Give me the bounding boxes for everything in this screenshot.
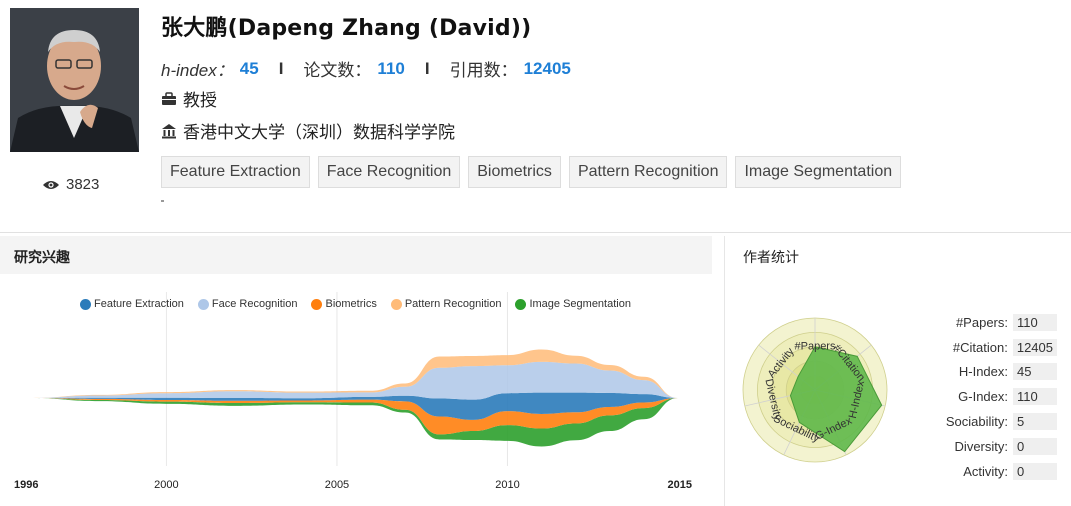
institution-icon: [162, 123, 176, 138]
h-index-label: h-index：: [161, 61, 234, 80]
eye-icon: [43, 180, 59, 189]
paper-count-label: 论文数：: [303, 61, 372, 80]
legend-swatch: [197, 298, 209, 310]
h-index-value: 45: [239, 58, 259, 78]
author-name: 张大鹏(Dapeng Zhang (David)): [161, 16, 532, 41]
citation-count-value: 12405: [523, 58, 571, 78]
stats-separator: I: [424, 58, 430, 78]
avatar[interactable]: [10, 8, 139, 152]
x-tick-label: 2005: [325, 479, 349, 491]
legend-item[interactable]: Pattern Recognition: [390, 298, 502, 310]
metric-sociability: Sociability: 5: [946, 409, 1057, 434]
x-tick-label: 1996: [14, 479, 38, 491]
author-metrics-list: #Papers: 110 #Citation: 12405 H-Index: 45 G…: [946, 310, 1057, 484]
x-tick-label: 2010: [495, 479, 519, 491]
legend-label: Pattern Recognition: [404, 298, 502, 310]
legend-label: Image Segmentation: [529, 298, 631, 310]
metric-diversity: Diversity: 0: [946, 434, 1057, 459]
metric-h-index: H-Index: 45: [946, 360, 1057, 385]
section-divider: [0, 232, 1071, 233]
author-institution: 香港中文大学（深圳）数据科学学院: [161, 118, 455, 143]
view-count: 3823: [42, 176, 99, 193]
research-interest-streamgraph: 1996 2000 2005 2010 2015: [14, 292, 692, 491]
tag-feature-extraction[interactable]: Feature Extraction: [161, 156, 310, 188]
streamgraph-legend: Feature Extraction Face Recognition Biom…: [80, 298, 631, 310]
research-interest-panel: 研究兴趣 1996 2000 2005 2010 2015 Feature Extrac…: [0, 236, 712, 506]
legend-item[interactable]: Biometrics: [311, 298, 377, 310]
legend-item[interactable]: Image Segmentation: [515, 298, 631, 310]
tag-face-recognition[interactable]: Face Recognition: [317, 156, 461, 188]
tag-biometrics[interactable]: Biometrics: [468, 156, 561, 188]
legend-label: Biometrics: [325, 298, 377, 310]
legend-label: Feature Extraction: [94, 298, 184, 310]
x-tick-label: 2000: [154, 479, 178, 491]
metric-activity: Activity: 0: [946, 459, 1057, 484]
tag-image-segmentation[interactable]: Image Segmentation: [735, 156, 902, 188]
paper-count-value: 110: [377, 58, 405, 78]
legend-label: Face Recognition: [211, 298, 298, 310]
x-tick-label: 2015: [668, 479, 692, 491]
legend-swatch: [390, 298, 402, 310]
legend-item[interactable]: Face Recognition: [197, 298, 298, 310]
radar-axis-label: #Papers: [795, 341, 836, 353]
legend-item[interactable]: Feature Extraction: [80, 298, 184, 310]
metric-g-index: G-Index: 110: [946, 384, 1057, 409]
view-count-value: 3823: [66, 176, 100, 193]
author-title-text: 教授: [183, 91, 217, 110]
citation-count-label: 引用数：: [449, 61, 518, 80]
legend-swatch: [515, 298, 527, 310]
author-radar-chart: #Papers#CitationH-IndexG-IndexSociabilit…: [742, 317, 888, 463]
legend-swatch: [311, 298, 323, 310]
profile-header: 3823 张大鹏(Dapeng Zhang (David)) h-index： …: [0, 0, 1071, 232]
metric-citation: #Citation: 12405: [946, 335, 1057, 360]
author-title: 教授: [161, 86, 217, 111]
author-stats-line: h-index： 45 I 论文数： 110 I 引用数： 12405: [161, 56, 571, 81]
stats-separator: I: [278, 58, 284, 78]
institution-text: 香港中文大学（深圳）数据科学学院: [183, 123, 455, 142]
author-statistics-panel: 作者统计 #Papers #Citation H-Index G-Index Socia…: [725, 236, 1071, 506]
briefcase-icon: [162, 91, 176, 105]
research-tags: Feature Extraction Face Recognition Biom…: [161, 156, 902, 188]
decorative-dot: [161, 200, 164, 202]
legend-swatch: [80, 298, 91, 310]
tag-pattern-recognition[interactable]: Pattern Recognition: [568, 156, 728, 188]
metric-papers: #Papers: 110: [946, 310, 1057, 335]
